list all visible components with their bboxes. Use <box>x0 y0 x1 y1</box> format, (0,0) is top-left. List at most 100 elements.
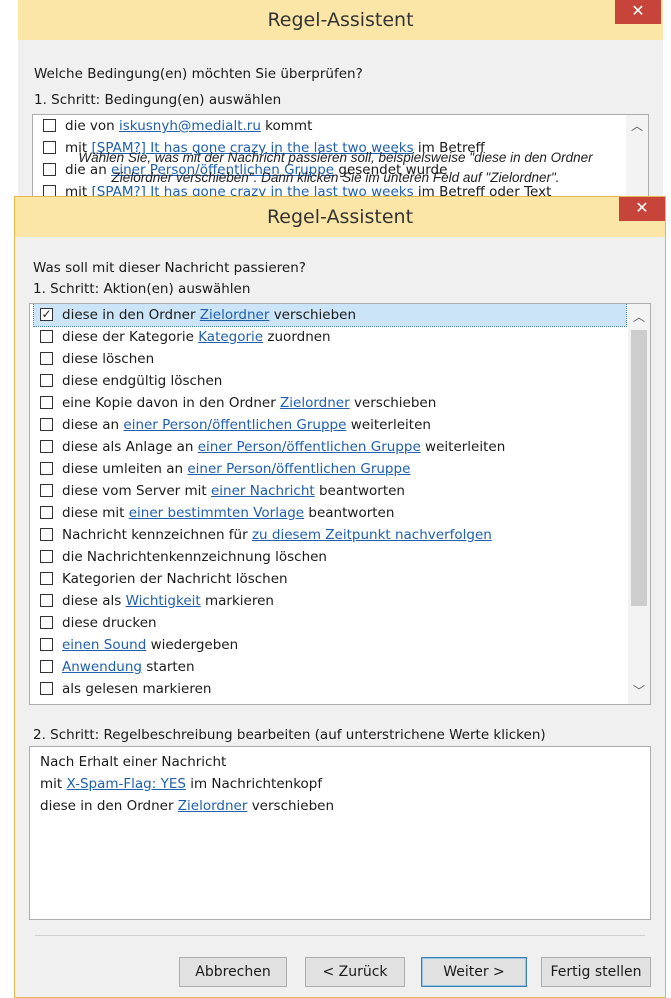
value-link[interactable]: einer Nachricht <box>211 483 315 499</box>
checkbox[interactable] <box>40 682 53 695</box>
chevron-down-icon[interactable]: ﹀ <box>628 680 650 702</box>
row-text-part: diese in den Ordner <box>62 307 200 323</box>
checkbox[interactable] <box>40 660 53 673</box>
row-text: diese an einer Person/öffentlichen Grupp… <box>62 414 431 436</box>
checkbox[interactable] <box>40 352 53 365</box>
back-window-close-button[interactable]: ✕ <box>615 0 661 24</box>
dialog-close-button[interactable]: ✕ <box>619 197 665 221</box>
checkbox[interactable] <box>40 374 53 387</box>
value-link[interactable]: Zielordner <box>280 395 350 411</box>
row-text: einen Sound wiedergeben <box>62 634 238 656</box>
row-text-part: beantworten <box>304 505 395 521</box>
checkbox[interactable] <box>40 638 53 651</box>
row-text-part: zuordnen <box>263 329 331 345</box>
row-text-part: diese an <box>62 417 124 433</box>
checkbox[interactable] <box>40 440 53 453</box>
checkbox[interactable] <box>40 484 53 497</box>
next-button[interactable]: Weiter > <box>421 957 527 987</box>
row-text-part: wiedergeben <box>146 637 239 653</box>
action-row[interactable]: diese als Wichtigkeit markieren <box>34 590 626 612</box>
action-row[interactable]: die Nachrichtenkennzeichnung löschen <box>34 546 626 568</box>
action-row[interactable]: eine Kopie davon in den Ordner Zielordne… <box>34 392 626 414</box>
row-text: die Nachrichtenkennzeichnung löschen <box>62 546 327 568</box>
row-text: diese der Kategorie Kategorie zuordnen <box>62 326 331 348</box>
back-window-title: Regel-Assistent <box>267 9 414 31</box>
tooltip-hint-line2: Zielordner verschieben". Dann klicken Si… <box>111 170 560 185</box>
value-link[interactable]: einen Sound <box>62 637 146 653</box>
value-link[interactable]: einer Person/öffentlichen Gruppe <box>187 461 410 477</box>
value-link[interactable]: Kategorie <box>198 329 263 345</box>
row-text-part: diese der Kategorie <box>62 329 199 345</box>
value-link[interactable]: Zielordner <box>200 307 270 323</box>
row-text: diese mit einer bestimmten Vorlage beant… <box>62 502 394 524</box>
checkbox[interactable] <box>40 418 53 431</box>
checkbox[interactable] <box>40 572 53 585</box>
action-row[interactable]: diese umleiten an einer Person/öffentlic… <box>34 458 626 480</box>
chevron-up-icon[interactable]: ︿ <box>626 115 648 137</box>
row-text: diese endgültig löschen <box>62 370 222 392</box>
action-row[interactable]: diese als Anlage an einer Person/öffentl… <box>34 436 626 458</box>
value-link[interactable]: Zielordner <box>178 798 248 814</box>
row-text-part: diese umleiten an <box>62 461 188 477</box>
description-text: im Nachrichtenkopf <box>185 776 323 792</box>
row-text-part: diese als Anlage an <box>62 439 198 455</box>
value-link[interactable]: Wichtigkeit <box>126 593 201 609</box>
action-row[interactable]: Nachricht kennzeichnen für zu diesem Zei… <box>34 524 626 546</box>
action-row[interactable]: Kategorien der Nachricht löschen <box>34 568 626 590</box>
action-row[interactable]: diese der Kategorie Kategorie zuordnen <box>34 326 626 348</box>
row-text: diese drucken <box>62 612 157 634</box>
action-row[interactable]: diese vom Server mit einer Nachricht bea… <box>34 480 626 502</box>
row-text: diese vom Server mit einer Nachricht bea… <box>62 480 405 502</box>
chevron-up-icon[interactable]: ︿ <box>628 306 650 328</box>
row-text-part: weiterleiten <box>420 439 506 455</box>
checkbox[interactable] <box>40 550 53 563</box>
value-link[interactable]: einer bestimmten Vorlage <box>129 505 304 521</box>
action-row[interactable]: diese endgültig löschen <box>34 370 626 392</box>
back-button[interactable]: < Zurück <box>305 957 405 987</box>
row-text: diese umleiten an einer Person/öffentlic… <box>62 458 410 480</box>
actions-scrollbar[interactable]: ︿ ﹀ <box>628 304 650 704</box>
value-link[interactable]: zu diesem Zeitpunkt nachverfolgen <box>252 527 492 543</box>
rule-description-box[interactable]: Nach Erhalt einer Nachricht mit X-Spam-Fl… <box>29 746 651 920</box>
action-row[interactable]: diese löschen <box>34 348 626 370</box>
action-row[interactable]: diese mit einer bestimmten Vorlage beant… <box>34 502 626 524</box>
condition-row[interactable]: die von iskusnyh@medialt.ru kommt <box>37 115 624 137</box>
row-text: diese als Anlage an einer Person/öffentl… <box>62 436 505 458</box>
checkbox[interactable] <box>40 594 53 607</box>
row-text: diese in den Ordner Zielordner verschieb… <box>62 304 356 326</box>
row-text-part: als gelesen markieren <box>62 681 212 697</box>
value-link[interactable]: iskusnyh@medialt.ru <box>119 118 261 134</box>
row-text-part: eine Kopie davon in den Ordner <box>62 395 281 411</box>
back-window-titlebar: Regel-Assistent <box>18 0 663 40</box>
value-link[interactable]: einer Person/öffentlichen Gruppe <box>123 417 346 433</box>
checkbox[interactable] <box>43 119 56 132</box>
action-row[interactable]: Anwendung starten <box>34 656 626 678</box>
action-row[interactable]: ✓ diese in den Ordner Zielordner verschie… <box>33 304 627 327</box>
action-row[interactable]: als gelesen markieren <box>34 678 626 700</box>
row-text-part: die von <box>65 118 120 134</box>
row-text-part: diese drucken <box>62 615 157 631</box>
checkbox-checked[interactable]: ✓ <box>40 308 53 321</box>
checkbox[interactable] <box>40 330 53 343</box>
value-link[interactable]: einer Person/öffentlichen Gruppe <box>198 439 421 455</box>
scrollbar-thumb[interactable] <box>631 330 647 606</box>
checkbox[interactable] <box>40 396 53 409</box>
row-text: Kategorien der Nachricht löschen <box>62 568 288 590</box>
action-row[interactable]: einen Sound wiedergeben <box>34 634 626 656</box>
dialog-title: Regel-Assistent <box>266 206 414 228</box>
actions-list[interactable]: ✓ diese in den Ordner Zielordner verschie… <box>29 303 651 705</box>
checkbox[interactable] <box>40 616 53 629</box>
checkbox[interactable] <box>40 528 53 541</box>
cancel-button[interactable]: Abbrechen <box>179 957 287 987</box>
action-row[interactable]: diese an einer Person/öffentlichen Grupp… <box>34 414 626 436</box>
value-link[interactable]: Anwendung <box>62 659 142 675</box>
row-text: Nachricht kennzeichnen für zu diesem Zei… <box>62 524 492 546</box>
step2-label: 2. Schritt: Regelbeschreibung bearbeiten… <box>33 727 546 743</box>
value-link[interactable]: X-Spam-Flag: YES <box>67 776 186 792</box>
finish-button[interactable]: Fertig stellen <box>541 957 651 987</box>
description-text: diese in den Ordner <box>40 798 178 814</box>
checkbox[interactable] <box>40 462 53 475</box>
action-row[interactable]: diese drucken <box>34 612 626 634</box>
description-line: Nach Erhalt einer Nachricht <box>40 751 640 773</box>
checkbox[interactable] <box>40 506 53 519</box>
